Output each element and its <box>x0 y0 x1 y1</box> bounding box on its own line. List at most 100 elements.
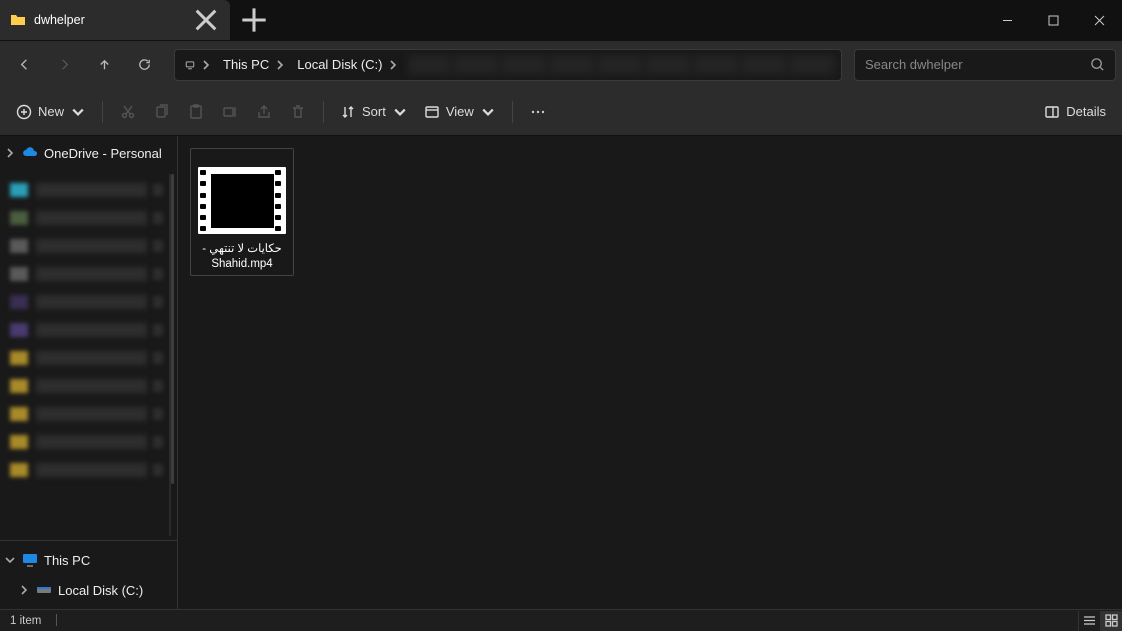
tab[interactable]: dwhelper <box>0 0 230 40</box>
crumb-redacted <box>408 55 837 75</box>
video-thumbnail <box>198 167 286 234</box>
crumb-label: Local Disk (C:) <box>297 57 382 72</box>
separator <box>102 101 103 123</box>
main: OneDrive - Personal This PC Local Disk (… <box>0 136 1122 609</box>
chevron-right-icon <box>201 60 211 70</box>
cloud-icon <box>22 145 38 161</box>
tab-close-button[interactable] <box>192 6 220 34</box>
cut-button[interactable] <box>111 95 145 129</box>
sidebar-redacted <box>4 174 171 536</box>
close-window-button[interactable] <box>1076 0 1122 40</box>
arrow-right-icon <box>57 57 72 72</box>
rename-button[interactable] <box>213 95 247 129</box>
chevron-right-icon <box>275 60 285 70</box>
details-label: Details <box>1066 104 1106 119</box>
search-input[interactable] <box>865 57 1082 72</box>
sidebar-item-redacted <box>10 374 163 398</box>
sidebar-item-redacted <box>10 430 163 454</box>
chevron-down-icon <box>70 104 86 120</box>
rename-icon <box>222 104 238 120</box>
paste-icon <box>188 104 204 120</box>
view-details-button[interactable] <box>1078 611 1100 631</box>
sidebar-item-redacted <box>10 234 163 258</box>
cut-icon <box>120 104 136 120</box>
more-button[interactable] <box>521 95 555 129</box>
sort-label: Sort <box>362 104 386 119</box>
back-button[interactable] <box>6 48 42 82</box>
minimize-icon <box>1002 15 1013 26</box>
sort-button[interactable]: Sort <box>332 95 416 129</box>
navbar: This PC Local Disk (C:) <box>0 40 1122 88</box>
chevron-right-icon <box>388 60 398 70</box>
sidebar-item-redacted <box>10 206 163 230</box>
new-tab-button[interactable] <box>240 6 268 34</box>
content-area[interactable]: حكايات لا تنتهي - Shahid.mp4 <box>178 136 1122 609</box>
crumb-this-pc[interactable]: This PC <box>217 50 291 80</box>
sidebar-label: This PC <box>44 553 90 568</box>
file-name: حكايات لا تنتهي - Shahid.mp4 <box>195 242 289 271</box>
view-label: View <box>446 104 474 119</box>
sidebar-scrollbar[interactable] <box>171 174 174 484</box>
sidebar-item-local-disk[interactable]: Local Disk (C:) <box>0 575 177 605</box>
up-button[interactable] <box>86 48 122 82</box>
share-icon <box>256 104 272 120</box>
titlebar: dwhelper <box>0 0 1122 40</box>
more-icon <box>530 104 546 120</box>
sort-icon <box>340 104 356 120</box>
view-icon <box>424 104 440 120</box>
view-icons-button[interactable] <box>1100 611 1122 631</box>
sidebar-label: Local Disk (C:) <box>58 583 143 598</box>
paste-button[interactable] <box>179 95 213 129</box>
sidebar-item-redacted <box>10 318 163 342</box>
grid-icon <box>1105 614 1118 627</box>
new-label: New <box>38 104 64 119</box>
file-item[interactable]: حكايات لا تنتهي - Shahid.mp4 <box>190 148 294 276</box>
crumb-label: This PC <box>223 57 269 72</box>
sidebar-item-this-pc[interactable]: This PC <box>0 545 177 575</box>
disk-icon <box>36 582 52 598</box>
details-icon <box>1044 104 1060 120</box>
forward-button[interactable] <box>46 48 82 82</box>
copy-button[interactable] <box>145 95 179 129</box>
breadcrumb[interactable]: This PC Local Disk (C:) <box>174 49 842 81</box>
sidebar-item-redacted <box>10 346 163 370</box>
search-box[interactable] <box>854 49 1116 81</box>
new-button[interactable]: New <box>8 95 94 129</box>
plus-icon <box>240 6 268 34</box>
maximize-button[interactable] <box>1030 0 1076 40</box>
details-button[interactable]: Details <box>1036 95 1114 129</box>
refresh-button[interactable] <box>126 48 162 82</box>
sidebar-item-redacted <box>10 458 163 482</box>
view-button[interactable]: View <box>416 95 504 129</box>
sidebar-item-onedrive[interactable]: OneDrive - Personal <box>0 138 177 168</box>
sidebar-item-redacted <box>10 262 163 286</box>
minimize-button[interactable] <box>984 0 1030 40</box>
crumb-local-disk[interactable]: Local Disk (C:) <box>291 50 404 80</box>
chevron-right-icon <box>4 147 16 159</box>
separator <box>56 614 57 626</box>
sidebar-item-redacted <box>10 290 163 314</box>
window-controls <box>984 0 1122 40</box>
crumb-pc-icon[interactable] <box>179 50 217 80</box>
close-icon <box>192 6 220 34</box>
monitor-icon <box>22 552 38 568</box>
chevron-down-icon <box>4 554 16 566</box>
arrow-left-icon <box>17 57 32 72</box>
monitor-icon <box>185 60 195 70</box>
chevron-down-icon <box>392 104 408 120</box>
toolbar: New Sort View Details <box>0 88 1122 136</box>
chevron-right-icon <box>18 584 30 596</box>
delete-button[interactable] <box>281 95 315 129</box>
search-icon <box>1090 57 1105 72</box>
folder-icon <box>10 12 26 28</box>
refresh-icon <box>137 57 152 72</box>
sidebar: OneDrive - Personal This PC Local Disk (… <box>0 136 178 609</box>
sidebar-item-redacted <box>10 178 163 202</box>
titlebar-drag[interactable] <box>268 0 984 40</box>
separator <box>512 101 513 123</box>
sidebar-label: OneDrive - Personal <box>44 146 162 161</box>
share-button[interactable] <box>247 95 281 129</box>
copy-icon <box>154 104 170 120</box>
tab-title: dwhelper <box>34 13 184 27</box>
separator <box>323 101 324 123</box>
